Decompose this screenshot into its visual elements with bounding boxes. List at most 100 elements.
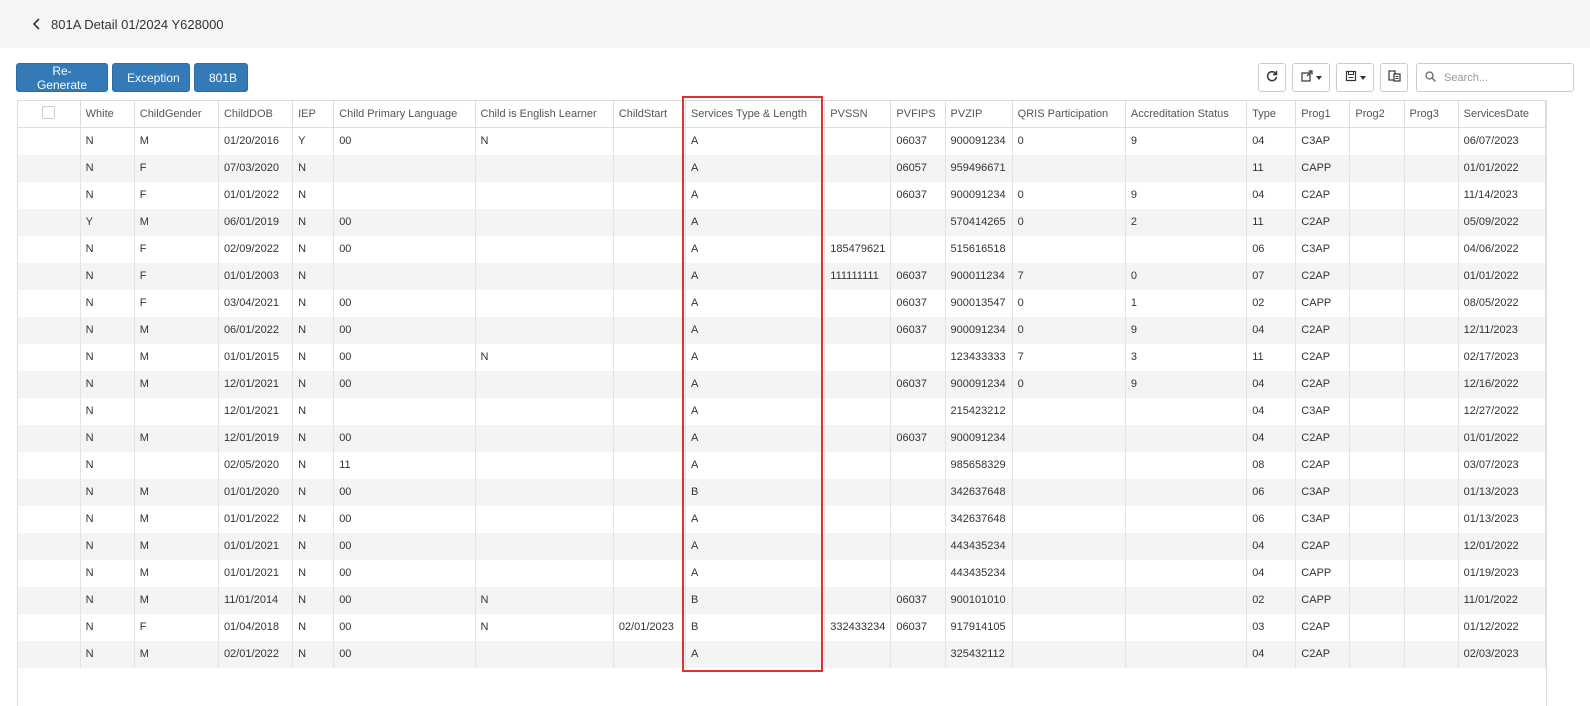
table-row[interactable]: N M 06/01/2022 N 00 A 06037 900091234 0 9 04 C2AP 12…	[18, 316, 1546, 344]
columns-icon	[1387, 69, 1401, 87]
table-row[interactable]: N 02/05/2020 N 11 A 985658329 08 C2AP 03/07/2023	[18, 451, 1546, 479]
column-header[interactable]: White	[80, 101, 135, 128]
table-cell: C2AP	[1295, 262, 1351, 290]
table-row[interactable]: N M 01/20/2016 Y 00 N A 06037 900091234 0 9 04 C3AP 0…	[18, 127, 1546, 155]
column-header[interactable]: Child is English Learner	[475, 101, 614, 128]
table-cell: 12/01/2021	[218, 370, 294, 398]
table-row[interactable]: N M 02/01/2022 N 00 A 325432112 04 C2AP 02/03/202…	[18, 640, 1546, 668]
select-all-checkbox[interactable]	[42, 106, 56, 119]
row-select-cell[interactable]	[18, 316, 81, 344]
exception-button[interactable]: Exception	[112, 63, 190, 92]
column-header[interactable]: QRIS Participation	[1012, 101, 1126, 128]
table-cell: 0	[1012, 208, 1126, 236]
table-cell: CAPP	[1295, 559, 1351, 587]
table-cell	[613, 478, 686, 506]
table-cell: A	[685, 127, 826, 155]
row-select-cell[interactable]	[18, 424, 81, 452]
table-cell: 06037	[890, 262, 946, 290]
row-select-cell[interactable]	[18, 532, 81, 560]
row-select-cell[interactable]	[18, 451, 81, 479]
row-select-cell[interactable]	[18, 586, 81, 614]
column-header[interactable]: Services Type & Length	[685, 101, 826, 128]
search-input[interactable]	[1442, 70, 1566, 85]
column-header[interactable]: ServicesDate	[1458, 101, 1546, 128]
caret-down-icon	[1359, 75, 1366, 80]
row-select-cell[interactable]	[18, 370, 81, 398]
801b-button[interactable]: 801B	[194, 63, 248, 92]
table-row[interactable]: N M 01/01/2015 N 00 N A 123433333 7 3 11 C2AP 02/17/…	[18, 343, 1546, 371]
table-cell	[1012, 532, 1126, 560]
row-select-cell[interactable]	[18, 181, 81, 209]
regenerate-button[interactable]: Re-Generate	[16, 63, 108, 92]
save-dropdown[interactable]	[1336, 63, 1374, 92]
table-cell: 06037	[890, 289, 946, 317]
table-cell: A	[685, 208, 826, 236]
table-cell: 06037	[890, 586, 946, 614]
table-cell: 07	[1246, 262, 1297, 290]
row-select-cell[interactable]	[18, 640, 81, 668]
row-select-cell[interactable]	[18, 505, 81, 533]
table-row[interactable]: N M 01/01/2021 N 00 A 443435234 04 CAPP 01/19/202…	[18, 559, 1546, 587]
column-header[interactable]: Prog3	[1404, 101, 1459, 128]
table-row[interactable]: N M 01/01/2021 N 00 A 443435234 04 C2AP 12/01/202…	[18, 532, 1546, 560]
row-select-cell[interactable]	[18, 208, 81, 236]
table-cell: F	[134, 235, 219, 263]
column-header[interactable]: Type	[1246, 101, 1297, 128]
row-select-cell[interactable]	[18, 289, 81, 317]
column-header[interactable]: IEP	[292, 101, 335, 128]
row-select-cell[interactable]	[18, 154, 81, 182]
table-row[interactable]: N M 01/01/2022 N 00 A 342637648 06 C3AP 01/13/202…	[18, 505, 1546, 533]
table-cell: 111111111	[824, 262, 892, 290]
table-row[interactable]: N 12/01/2021 N A 215423212 04 C3AP 12/27/2022	[18, 397, 1546, 425]
table-row[interactable]: N M 12/01/2019 N 00 A 06037 900091234 04 C2AP 01/0…	[18, 424, 1546, 452]
chevron-left-icon[interactable]	[27, 14, 47, 34]
table-cell: A	[685, 343, 826, 371]
table-row[interactable]: N F 07/03/2020 N A 06057 959496671 11 CAPP 01/01/…	[18, 154, 1546, 182]
column-header[interactable]: Prog2	[1349, 101, 1405, 128]
column-header[interactable]: PVZIP	[945, 101, 1013, 128]
column-header[interactable]: Prog1	[1295, 101, 1351, 128]
column-header[interactable]: ChildStart	[613, 101, 686, 128]
table-row[interactable]: Y M 06/01/2019 N 00 A 570414265 0 2 11 C2AP 05/09/2…	[18, 208, 1546, 236]
table-cell	[1349, 235, 1405, 263]
row-select-cell[interactable]	[18, 262, 81, 290]
column-header[interactable]: Child Primary Language	[333, 101, 476, 128]
row-select-cell[interactable]	[18, 478, 81, 506]
search-box[interactable]	[1416, 63, 1574, 92]
row-select-cell[interactable]	[18, 397, 81, 425]
table-cell: F	[134, 289, 219, 317]
table-row[interactable]: N M 11/01/2014 N 00 N B 06037 900101010 02 CAPP 11/…	[18, 586, 1546, 614]
column-header[interactable]: ChildGender	[134, 101, 219, 128]
table-row[interactable]: N F 02/09/2022 N 00 A 185479621 515616518 06 C3AP…	[18, 235, 1546, 263]
column-header[interactable]: Accreditation Status	[1125, 101, 1248, 128]
table-cell: 01/01/2021	[218, 559, 294, 587]
columns-button[interactable]	[1380, 63, 1408, 92]
table-cell: 01/01/2015	[218, 343, 294, 371]
table-cell	[1012, 478, 1126, 506]
table-row[interactable]: N M 12/01/2021 N 00 A 06037 900091234 0 9 04 C2AP 12…	[18, 370, 1546, 398]
row-select-cell[interactable]	[18, 235, 81, 263]
table-row[interactable]: N M 01/01/2020 N 00 B 342637648 06 C3AP 01/13/202…	[18, 478, 1546, 506]
column-header[interactable]: PVSSN	[824, 101, 892, 128]
column-header[interactable]: PVFIPS	[890, 101, 946, 128]
table-cell	[475, 397, 614, 425]
table-row[interactable]: N F 01/01/2003 N A 111111111 06037 900011234 7 0 0…	[18, 262, 1546, 290]
table-cell: N	[292, 397, 335, 425]
row-select-cell[interactable]	[18, 343, 81, 371]
table-cell: F	[134, 262, 219, 290]
table-cell: 11	[1246, 343, 1297, 371]
export-dropdown[interactable]	[1292, 63, 1330, 92]
table-row[interactable]: N F 03/04/2021 N 00 A 06037 900013547 0 1 02 CAPP 08…	[18, 289, 1546, 317]
row-select-cell[interactable]	[18, 613, 81, 641]
select-all-checkbox-cell[interactable]	[18, 101, 81, 128]
table-row[interactable]: N F 01/04/2018 N 00 N 02/01/2023 B 332433234 0603…	[18, 613, 1546, 641]
table-cell: N	[80, 640, 135, 668]
row-select-cell[interactable]	[18, 559, 81, 587]
table-cell: 01/12/2022	[1458, 613, 1546, 641]
table-row[interactable]: N F 01/01/2022 N A 06037 900091234 0 9 04 C2AP 11/1…	[18, 181, 1546, 209]
refresh-button[interactable]	[1258, 63, 1286, 92]
table-cell: 00	[333, 343, 476, 371]
column-header[interactable]: ChildDOB	[218, 101, 294, 128]
row-select-cell[interactable]	[18, 127, 81, 155]
table-cell: M	[134, 505, 219, 533]
